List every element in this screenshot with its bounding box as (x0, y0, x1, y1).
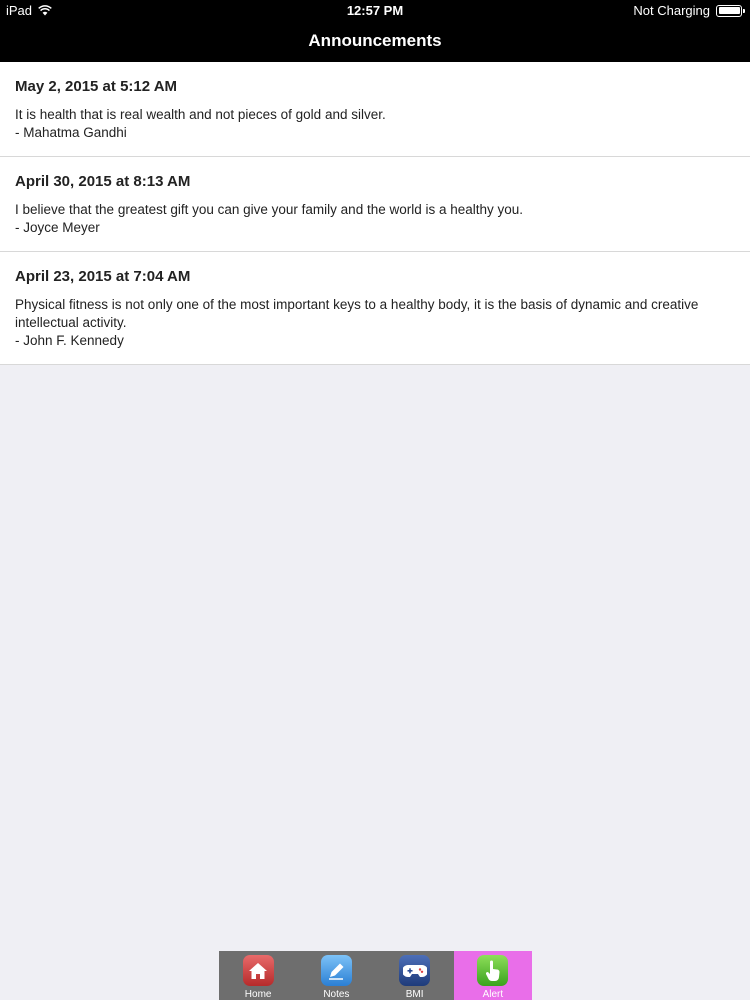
status-bar: iPad 12:57 PM Not Charging (0, 0, 750, 20)
page-title: Announcements (308, 31, 442, 50)
tab-label: Notes (323, 989, 350, 1000)
announcement-quote: I believe that the greatest gift you can… (15, 202, 524, 217)
tab-label: Home (244, 989, 272, 1000)
tab-label: Alert (482, 989, 504, 1000)
announcement-author: - Joyce Meyer (15, 220, 100, 235)
top-bar: iPad 12:57 PM Not Charging Announcements (0, 0, 750, 62)
list-item[interactable]: May 2, 2015 at 5:12 AM It is health that… (0, 62, 750, 157)
tab-bmi[interactable]: BMI (376, 951, 454, 1000)
status-right: Not Charging (633, 3, 745, 18)
announcement-date: May 2, 2015 at 5:12 AM (15, 78, 178, 95)
announcement-author: - John F. Kennedy (15, 333, 124, 348)
tab-bar: Home Notes BMI Alert (219, 951, 532, 1000)
announcement-list: May 2, 2015 at 5:12 AM It is health that… (0, 62, 750, 365)
list-item[interactable]: April 23, 2015 at 7:04 AM Physical fitne… (0, 252, 750, 365)
hand-pointer-icon (477, 955, 509, 986)
announcement-author: - Mahatma Gandhi (15, 125, 127, 140)
tab-label: BMI (405, 989, 424, 1000)
gamepad-icon (399, 955, 431, 986)
announcement-date: April 30, 2015 at 8:13 AM (15, 173, 191, 190)
battery-status-text: Not Charging (633, 3, 710, 18)
announcement-quote: Physical fitness is not only one of the … (15, 297, 699, 330)
battery-icon (716, 4, 745, 17)
list-item[interactable]: April 30, 2015 at 8:13 AM I believe that… (0, 157, 750, 252)
home-icon (242, 955, 274, 986)
tab-home[interactable]: Home (219, 951, 297, 1000)
tab-notes[interactable]: Notes (297, 951, 375, 1000)
announcement-quote: It is health that is real wealth and not… (15, 107, 386, 122)
tab-alert[interactable]: Alert (453, 951, 532, 1000)
announcement-date: April 23, 2015 at 7:04 AM (15, 268, 191, 285)
pencil-icon (320, 955, 352, 986)
